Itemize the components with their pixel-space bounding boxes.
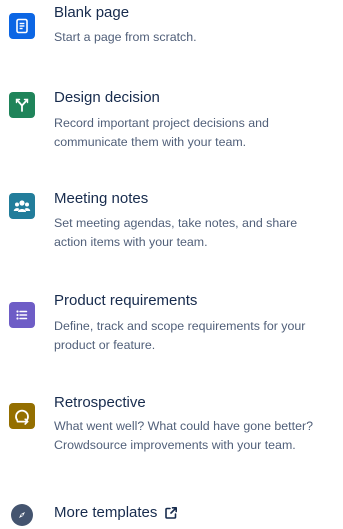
template-design-decision[interactable]: Design decision Record important project… <box>0 85 343 155</box>
template-product-requirements[interactable]: Product requirements Define, track and s… <box>0 288 343 358</box>
template-title: Design decision <box>54 89 160 106</box>
template-description: Set meeting agendas, take notes, and sha… <box>54 216 298 249</box>
more-templates-link[interactable]: More templates <box>0 500 343 529</box>
template-title: Meeting notes <box>54 190 149 207</box>
more-templates-label-row: More templates <box>54 503 178 523</box>
template-title: Blank page <box>54 4 130 21</box>
template-description: Record important project decisions and c… <box>54 116 269 149</box>
template-retrospective[interactable]: Retrospective What went well? What could… <box>0 389 343 459</box>
template-description: Start a page from scratch. <box>54 30 197 44</box>
template-title: Retrospective <box>54 394 146 411</box>
external-link-icon <box>165 507 178 519</box>
refresh-cycle-icon <box>9 403 35 429</box>
list-icon <box>9 302 35 328</box>
merge-arrows-icon <box>9 92 35 118</box>
template-description: Define, track and scope requirements for… <box>54 319 306 352</box>
template-description: What went well? What could have gone bet… <box>54 419 313 452</box>
template-meeting-notes[interactable]: Meeting notes Set meeting agendas, take … <box>0 186 343 256</box>
document-icon <box>9 13 35 39</box>
people-group-icon <box>9 193 35 219</box>
template-blank-page[interactable]: Blank page Start a page from scratch. <box>0 0 343 60</box>
compass-icon <box>11 504 33 526</box>
template-title: Product requirements <box>54 292 198 309</box>
more-templates-label: More templates <box>54 504 158 521</box>
